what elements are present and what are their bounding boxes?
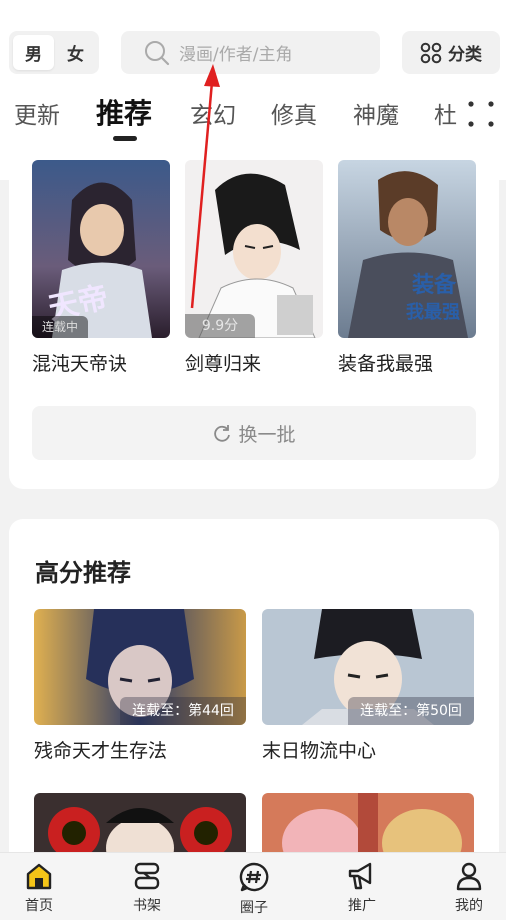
- category-tabs: 更新 推荐 玄幻 修真 神魔 杜: [0, 90, 460, 142]
- cover-art: [185, 160, 323, 338]
- nav-circle-label: 圈子: [240, 900, 268, 916]
- comic-cover[interactable]: 连载至：第44回: [34, 609, 246, 725]
- nav-home-label: 首页: [25, 898, 53, 914]
- more-tabs-icon[interactable]: [466, 100, 496, 128]
- comic-cover[interactable]: 9.9分: [185, 160, 323, 338]
- tab-fantasy[interactable]: 玄幻: [190, 96, 236, 130]
- refresh-batch-label: 换一批: [238, 423, 296, 446]
- comic-title[interactable]: 末日物流中心: [262, 736, 376, 763]
- chapter-badge: 连载至：第50回: [348, 697, 474, 725]
- cover-art: 装备 我最强: [338, 160, 476, 338]
- gender-switch: 男 女: [9, 31, 99, 74]
- gender-male-button[interactable]: 男: [13, 35, 54, 70]
- nav-promote-label: 推广: [348, 898, 376, 914]
- search-input[interactable]: 漫画/作者/主角: [121, 31, 380, 74]
- megaphone-icon: [348, 862, 372, 890]
- svg-text:装备: 装备: [412, 272, 457, 298]
- category-label: 分类: [448, 45, 482, 65]
- user-icon: [456, 862, 482, 891]
- refresh-icon: [214, 425, 231, 442]
- refresh-batch-button[interactable]: 换一批: [32, 406, 476, 460]
- search-placeholder: 漫画/作者/主角: [179, 45, 293, 65]
- nav-bookshelf-label: 书架: [133, 898, 161, 914]
- comic-title[interactable]: 残命天才生存法: [34, 736, 167, 763]
- nav-bookshelf[interactable]: 书架: [117, 861, 177, 920]
- svg-text:我最强: 我最强: [406, 302, 460, 323]
- status-badge: 连载中: [32, 316, 89, 338]
- bottom-navigation: 首页 书架 圈子 推广 我的: [0, 852, 506, 920]
- nav-home[interactable]: 首页: [9, 861, 69, 920]
- cover-art: 天帝: [32, 160, 170, 338]
- tab-update[interactable]: 更新: [14, 96, 60, 130]
- tab-partial[interactable]: 杜: [434, 96, 457, 130]
- gender-female-button[interactable]: 女: [55, 35, 96, 70]
- nav-circle[interactable]: 圈子: [224, 861, 284, 920]
- comic-cover[interactable]: 连载至：第50回: [262, 609, 474, 725]
- chapter-badge: 连载至：第44回: [120, 697, 246, 725]
- tab-cultivation[interactable]: 修真: [271, 96, 317, 130]
- score-badge: 9.9分: [185, 314, 255, 338]
- nav-profile[interactable]: 我的: [439, 861, 499, 920]
- comic-title[interactable]: 混沌天帝诀: [32, 349, 127, 376]
- bookshelf-icon: [134, 862, 160, 890]
- section-title: 高分推荐: [35, 559, 131, 587]
- active-tab-indicator: [113, 136, 137, 141]
- search-icon: [145, 40, 170, 65]
- comic-cover[interactable]: 装备 我最强: [338, 160, 476, 338]
- category-button[interactable]: 分类: [402, 31, 500, 74]
- hashtag-icon: [239, 862, 269, 892]
- nav-promote[interactable]: 推广: [332, 861, 392, 920]
- tab-gods-demons[interactable]: 神魔: [353, 96, 399, 130]
- comic-cover[interactable]: 天帝 连载中: [32, 160, 170, 338]
- grid-icon: [420, 42, 442, 63]
- comic-title[interactable]: 装备我最强: [338, 349, 433, 376]
- comic-title[interactable]: 剑尊归来: [185, 349, 261, 376]
- home-icon: [26, 863, 52, 890]
- tab-recommend[interactable]: 推荐: [96, 92, 152, 132]
- nav-profile-label: 我的: [455, 898, 483, 914]
